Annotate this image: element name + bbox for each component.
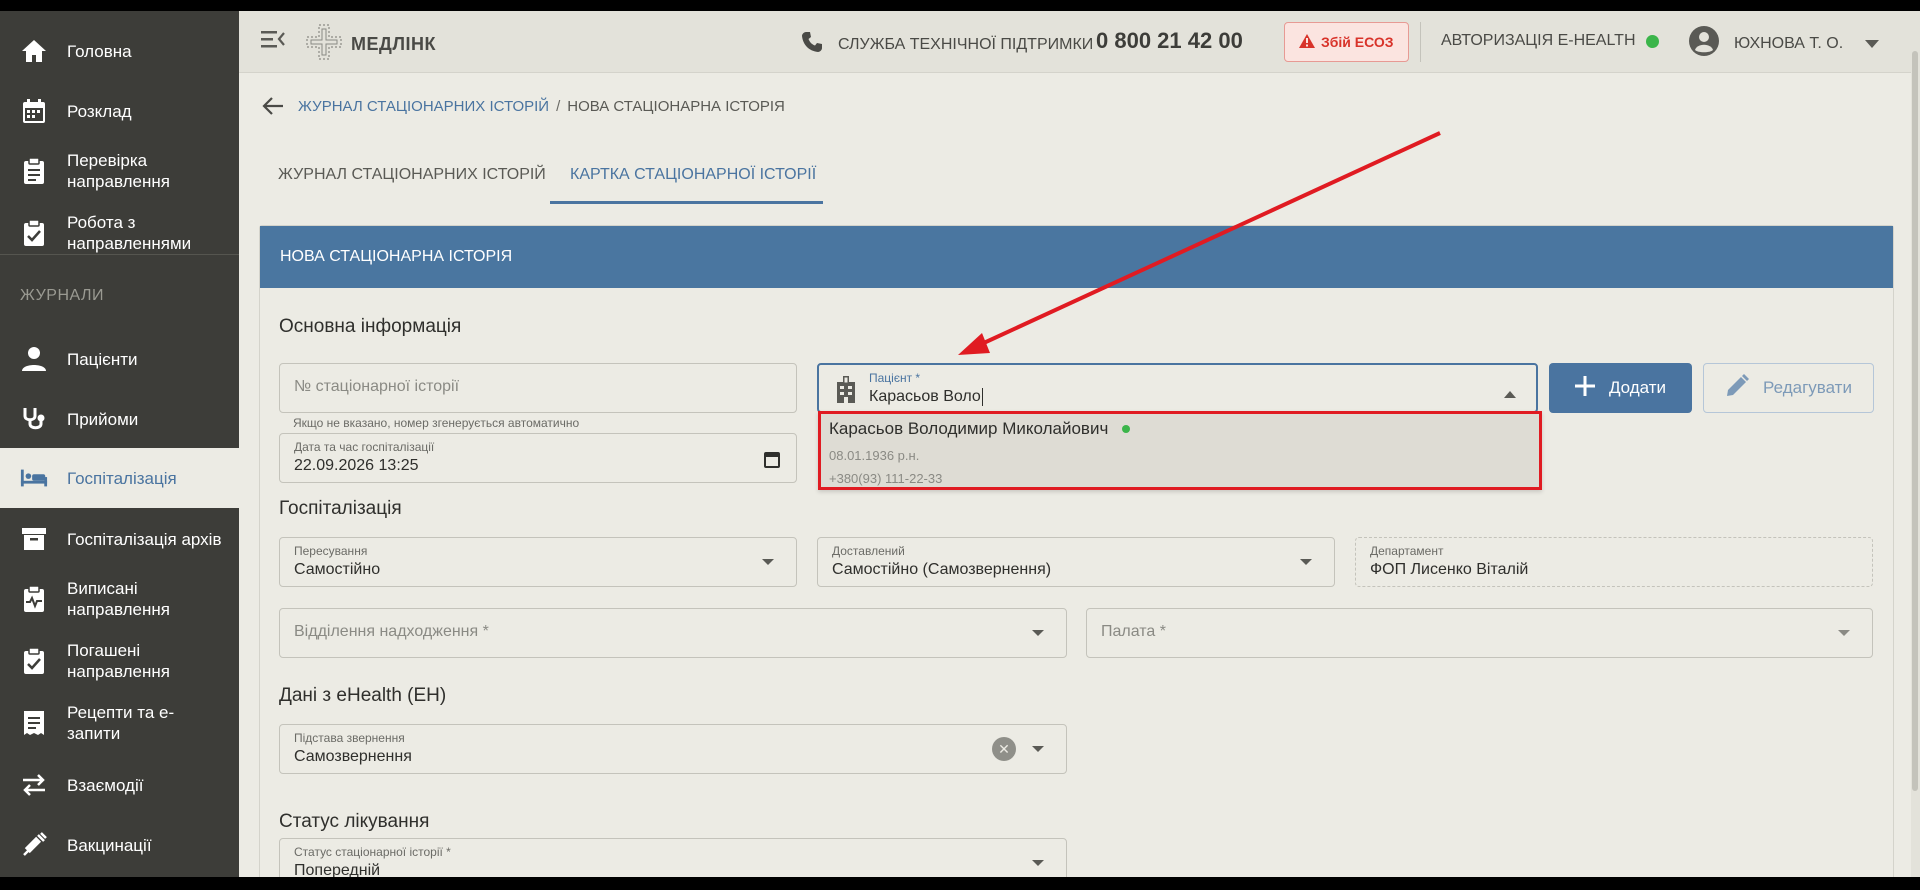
annotation-arrow bbox=[958, 131, 1441, 355]
scrollbar-thumb[interactable] bbox=[1912, 51, 1918, 791]
app-window: Головна Розклад Перевірка направлення Ро… bbox=[0, 11, 1920, 877]
